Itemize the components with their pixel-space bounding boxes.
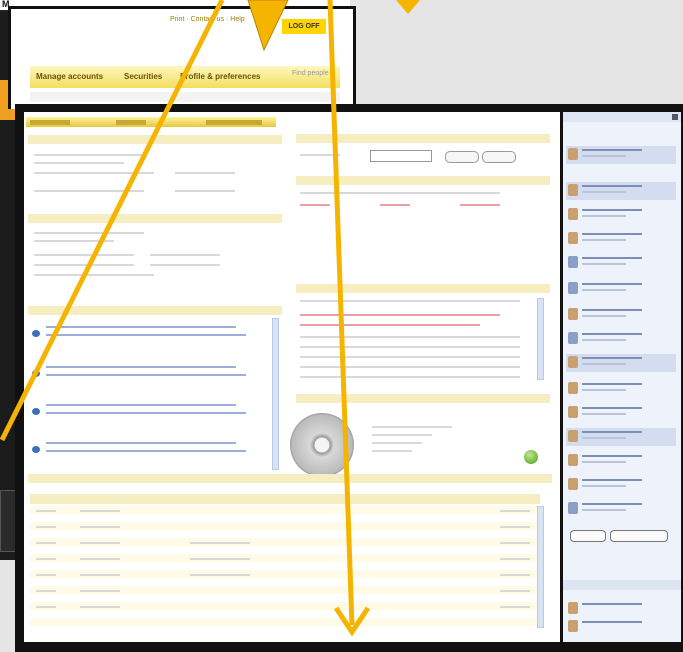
arrow-line xyxy=(0,0,225,442)
annotation-overlay xyxy=(0,0,420,637)
arrow-head-icon xyxy=(247,0,289,52)
arrow-head-icon xyxy=(396,0,420,14)
arrow-line xyxy=(327,0,355,626)
